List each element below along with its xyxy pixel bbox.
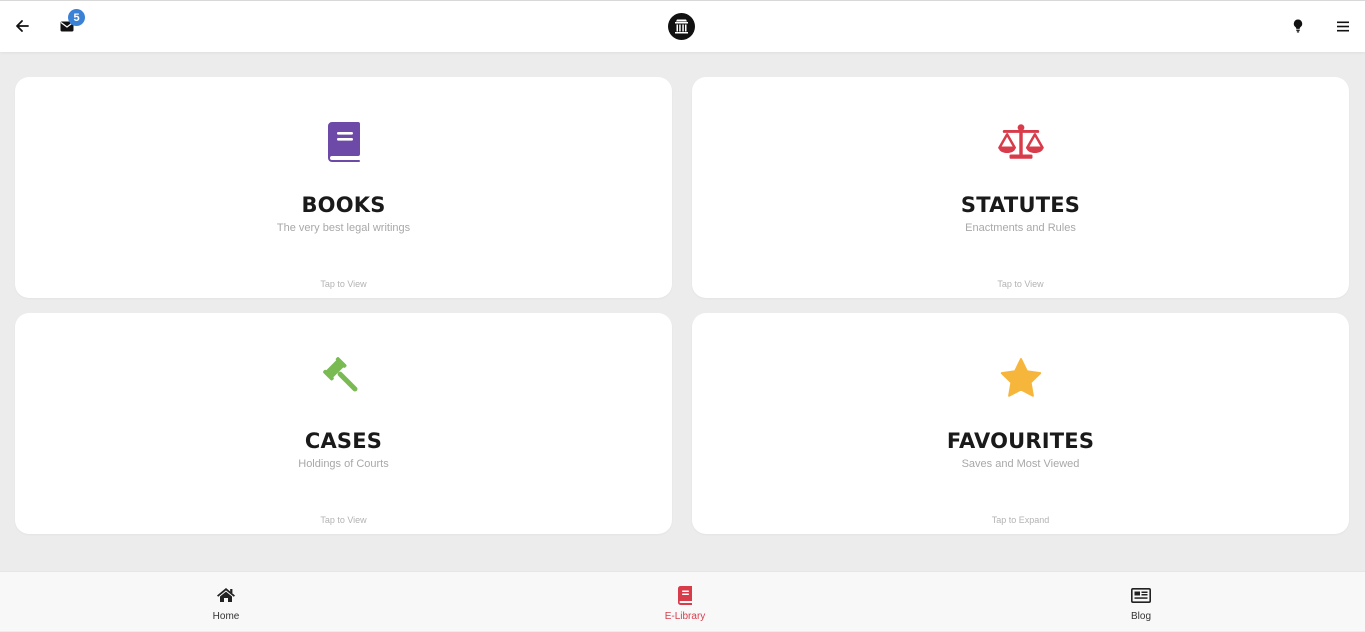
notification-badge: 5	[68, 9, 85, 26]
nav-label: Blog	[1130, 611, 1151, 622]
home-icon	[215, 585, 237, 605]
card-action-hint: Tap to View	[320, 515, 367, 525]
nav-label: E-Library	[664, 611, 706, 622]
card-subtitle: Saves and Most Viewed	[961, 458, 1080, 470]
gavel-icon	[321, 355, 367, 401]
star-icon	[998, 355, 1044, 401]
card-title: CASES	[304, 429, 383, 453]
card-subtitle: Enactments and Rules	[965, 222, 1076, 234]
tips-button[interactable]	[1287, 15, 1309, 37]
card-title: FAVOURITES	[946, 429, 1095, 453]
menu-button[interactable]	[1332, 15, 1354, 37]
statutes-card[interactable]: STATUTES Enactments and Rules Tap to Vie…	[692, 77, 1349, 298]
nav-home[interactable]: Home	[176, 572, 276, 632]
top-app-bar: 5	[0, 0, 1365, 52]
card-subtitle: Holdings of Courts	[298, 458, 389, 470]
card-action-hint: Tap to View	[320, 279, 367, 289]
nav-blog[interactable]: Blog	[1091, 572, 1191, 632]
card-subtitle: The very best legal writings	[276, 222, 411, 234]
book-icon	[674, 585, 696, 605]
card-action-hint: Tap to Expand	[991, 515, 1050, 525]
nav-e-library[interactable]: E-Library	[635, 572, 735, 632]
app-logo[interactable]	[668, 13, 695, 40]
courthouse-logo-icon	[675, 19, 688, 34]
bottom-navigation: Home E-Library Blog	[0, 571, 1365, 631]
nav-label: Home	[212, 611, 240, 622]
lightbulb-icon	[1293, 19, 1303, 33]
scales-icon	[997, 119, 1044, 165]
card-title: STATUTES	[960, 193, 1081, 217]
card-title: BOOKS	[301, 193, 386, 217]
books-card[interactable]: BOOKS The very best legal writings Tap t…	[15, 77, 672, 298]
arrow-left-icon	[16, 20, 29, 32]
back-button[interactable]	[11, 15, 33, 37]
card-action-hint: Tap to View	[997, 279, 1044, 289]
favourites-card[interactable]: FAVOURITES Saves and Most Viewed Tap to …	[692, 313, 1349, 534]
cases-card[interactable]: CASES Holdings of Courts Tap to View	[15, 313, 672, 534]
hamburger-menu-icon	[1337, 21, 1349, 31]
book-icon	[321, 119, 367, 165]
newspaper-icon	[1130, 585, 1152, 605]
